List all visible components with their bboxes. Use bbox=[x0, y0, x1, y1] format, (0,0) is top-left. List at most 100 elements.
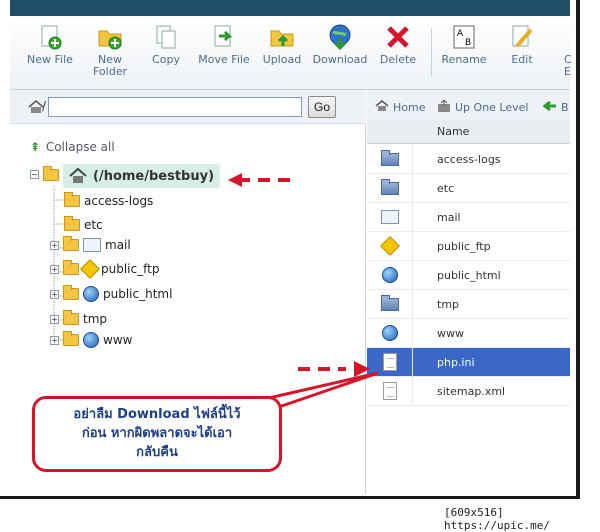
up-level-icon bbox=[437, 99, 451, 115]
home-label: Home bbox=[393, 101, 426, 114]
expand-icon: + bbox=[50, 240, 59, 250]
edit-button[interactable]: Edit bbox=[494, 24, 550, 66]
file-icon-cell bbox=[367, 232, 413, 260]
tree-root-toggle[interactable]: − bbox=[30, 170, 39, 179]
file-row[interactable]: php.ini bbox=[367, 348, 570, 377]
folder-icon bbox=[63, 331, 79, 346]
file-row[interactable]: etc bbox=[367, 174, 570, 203]
upload-button[interactable]: Upload bbox=[254, 24, 310, 66]
download-icon bbox=[327, 24, 353, 51]
file-icon-cell bbox=[367, 348, 413, 376]
toolbar-label: Upload bbox=[262, 53, 302, 66]
svg-text:B: B bbox=[465, 38, 471, 48]
tree-item-access-logs[interactable]: access-logs bbox=[64, 192, 154, 208]
tree-item-label: mail bbox=[105, 238, 131, 252]
document-icon bbox=[382, 353, 397, 371]
new-file-button[interactable]: New File bbox=[22, 24, 78, 66]
file-row[interactable]: access-logs bbox=[367, 145, 570, 174]
tree-item-label: tmp bbox=[83, 312, 108, 326]
tree-item-public-ftp[interactable]: + public_ftp bbox=[50, 259, 159, 279]
download-button[interactable]: Download bbox=[312, 24, 368, 66]
upload-icon bbox=[269, 24, 295, 50]
file-icon-cell bbox=[367, 319, 413, 347]
back-link[interactable]: B bbox=[542, 100, 569, 115]
tree-item-mail[interactable]: + mail bbox=[50, 236, 131, 252]
tree-item-www[interactable]: + www bbox=[50, 331, 133, 348]
file-table-header: Name bbox=[367, 120, 570, 144]
file-row[interactable]: www bbox=[367, 319, 570, 348]
toolbar-divider bbox=[431, 28, 432, 76]
toolbar-label: Copy bbox=[152, 53, 180, 66]
up-one-level-link[interactable]: Up One Level bbox=[437, 99, 529, 115]
edit-icon bbox=[509, 24, 535, 50]
file-row[interactable]: public_ftp bbox=[367, 232, 570, 261]
expand-icon: + bbox=[50, 314, 59, 324]
folder-icon bbox=[63, 236, 79, 251]
file-icon-cell bbox=[367, 290, 413, 318]
callout-line-3: กลับคืน bbox=[136, 445, 178, 460]
expand-icon: + bbox=[50, 264, 59, 274]
house-icon bbox=[69, 167, 87, 184]
toolbar-label: New Folder bbox=[93, 53, 127, 78]
tree-item-label: etc bbox=[84, 218, 103, 232]
folder-icon bbox=[64, 192, 80, 207]
svg-text:A: A bbox=[457, 29, 464, 39]
file-list-panel: Home Up One Level B Name access-logs etc m… bbox=[367, 90, 570, 494]
copy-button[interactable]: Copy bbox=[138, 24, 194, 66]
globe-icon bbox=[381, 325, 398, 341]
tree-item-label: www bbox=[103, 333, 133, 347]
delete-button[interactable]: Delete bbox=[370, 24, 426, 66]
tree-item-etc[interactable]: etc bbox=[64, 216, 103, 232]
tree-item-tmp[interactable]: + tmp bbox=[50, 310, 108, 326]
file-name: tmp bbox=[437, 297, 460, 311]
move-file-icon bbox=[211, 24, 237, 50]
file-icon-cell bbox=[367, 203, 413, 231]
globe-icon bbox=[381, 267, 398, 283]
up-one-level-label: Up One Level bbox=[455, 101, 529, 114]
home-link[interactable]: Home bbox=[375, 100, 425, 115]
image-caption: [609x516] https://upic.me/ bbox=[444, 506, 550, 532]
house-icon bbox=[375, 100, 389, 115]
copy-icon bbox=[153, 24, 179, 50]
file-name: etc bbox=[437, 181, 455, 195]
file-name: mail bbox=[437, 210, 461, 224]
rename-icon: AB bbox=[451, 24, 477, 50]
callout-line-1: อย่าลืม Download ไฟล์นี้ไว้ bbox=[73, 407, 241, 422]
tree-item-label: public_html bbox=[103, 287, 173, 301]
rename-button[interactable]: AB Rename bbox=[436, 24, 492, 66]
file-name: access-logs bbox=[437, 152, 501, 166]
document-icon bbox=[382, 382, 397, 400]
new-file-icon bbox=[37, 24, 63, 50]
globe-icon bbox=[83, 286, 99, 302]
expand-icon: + bbox=[50, 289, 59, 299]
tree-item-public-html[interactable]: + public_html bbox=[50, 285, 173, 302]
file-row[interactable]: mail bbox=[367, 203, 570, 232]
file-row[interactable]: public_html bbox=[367, 261, 570, 290]
move-file-button[interactable]: Move File bbox=[196, 24, 252, 66]
file-row[interactable]: tmp bbox=[367, 290, 570, 319]
expand-icon: + bbox=[50, 335, 59, 345]
toolbar-label: Rename bbox=[441, 53, 487, 66]
folder-icon bbox=[64, 216, 80, 231]
folder-icon bbox=[63, 260, 79, 275]
mail-icon bbox=[380, 210, 399, 224]
navigation-bar: Home Up One Level B bbox=[367, 90, 570, 124]
file-name: php.ini bbox=[437, 355, 475, 369]
root-path-label: (/home/bestbuy) bbox=[93, 168, 215, 184]
toolbar-label: Move File bbox=[198, 53, 250, 66]
tree-root-node[interactable]: (/home/bestbuy) bbox=[63, 164, 221, 188]
screenshot-frame: New File New Folder Copy Move File Uploa… bbox=[0, 0, 600, 532]
file-row[interactable]: sitemap.xml bbox=[367, 377, 570, 406]
globe-icon bbox=[83, 332, 99, 348]
folder-icon bbox=[380, 178, 399, 195]
name-column-header[interactable]: Name bbox=[437, 125, 469, 138]
toolbar-label: C E bbox=[564, 53, 572, 78]
folder-icon bbox=[380, 294, 399, 311]
tree-item-label: access-logs bbox=[84, 194, 154, 208]
file-icon-cell bbox=[367, 377, 413, 405]
file-name: www bbox=[437, 326, 464, 340]
mail-icon bbox=[83, 238, 101, 252]
new-folder-button[interactable]: New Folder bbox=[82, 24, 138, 78]
folder-icon bbox=[380, 149, 399, 166]
warning-callout: อย่าลืม Download ไฟล์นี้ไว้ ก่อน หากผิดพ… bbox=[32, 396, 282, 472]
